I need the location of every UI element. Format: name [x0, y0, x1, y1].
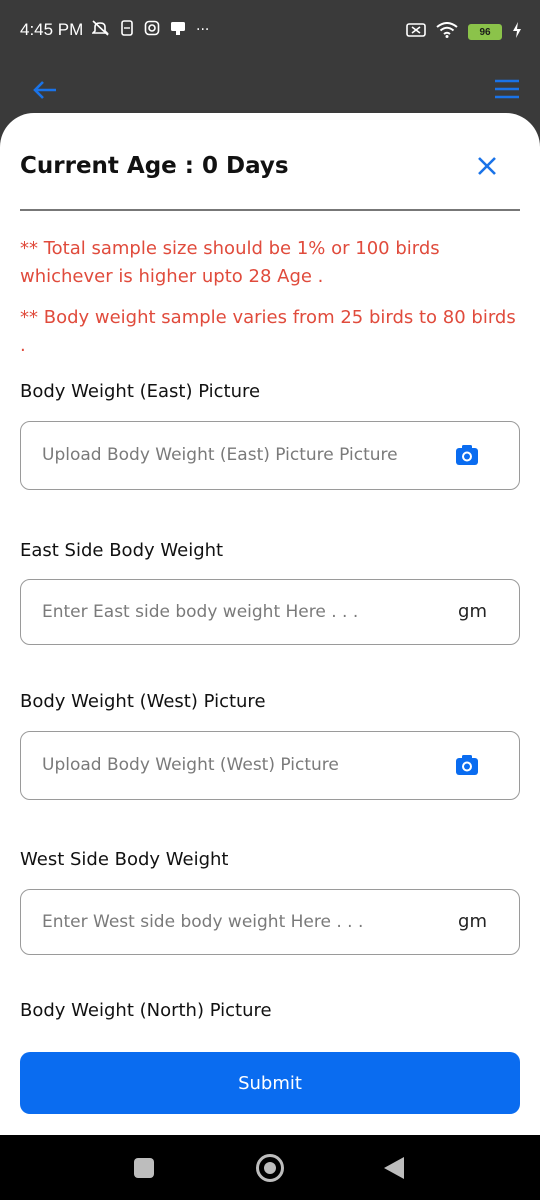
west-weight-unit: gm	[458, 911, 487, 932]
wifi-icon	[436, 22, 458, 42]
system-nav-bar	[0, 1135, 540, 1200]
recents-button[interactable]	[134, 1158, 154, 1178]
hamburger-menu-icon	[495, 79, 519, 99]
more-dots-icon: ···	[196, 22, 210, 38]
charging-icon	[512, 22, 522, 42]
sim-icon	[120, 20, 134, 40]
no-sim-icon	[406, 22, 426, 42]
west-picture-upload[interactable]: Upload Body Weight (West) Picture	[20, 731, 520, 800]
close-button[interactable]	[472, 151, 502, 181]
east-picture-upload[interactable]: Upload Body Weight (East) Picture Pictur…	[20, 421, 520, 490]
east-weight-unit: gm	[458, 601, 487, 622]
camera-icon[interactable]	[455, 444, 479, 466]
arrow-left-icon	[33, 81, 56, 99]
west-picture-label: Body Weight (West) Picture	[20, 691, 266, 712]
west-picture-placeholder: Upload Body Weight (West) Picture	[42, 755, 339, 775]
status-right-icons: 96	[406, 22, 522, 42]
status-left-icons: ···	[91, 20, 210, 40]
east-weight-placeholder: Enter East side body weight Here . . .	[42, 602, 359, 622]
camera-icon[interactable]	[455, 754, 479, 776]
north-picture-label: Body Weight (North) Picture	[20, 1000, 272, 1021]
west-weight-placeholder: Enter West side body weight Here . . .	[42, 912, 364, 932]
menu-button[interactable]	[494, 76, 520, 102]
instagram-icon	[144, 20, 160, 40]
status-time: 4:45 PM	[20, 20, 84, 39]
west-weight-label: West Side Body Weight	[20, 849, 229, 870]
battery-icon: 96	[468, 24, 502, 40]
east-picture-placeholder: Upload Body Weight (East) Picture Pictur…	[42, 445, 398, 465]
east-picture-label: Body Weight (East) Picture	[20, 381, 261, 402]
submit-button[interactable]: Submit	[20, 1052, 520, 1114]
system-back-button[interactable]	[384, 1157, 404, 1179]
close-icon	[478, 157, 496, 175]
status-bar: 4:45 PM ··· 96	[0, 0, 540, 62]
back-button[interactable]	[30, 74, 62, 106]
sample-size-note: ** Total sample size should be 1% or 100…	[20, 238, 440, 287]
east-weight-label: East Side Body Weight	[20, 540, 224, 561]
page-title: Current Age : 0 Days	[20, 153, 289, 179]
bottom-sheet: Current Age : 0 Days ** Total sample siz…	[0, 113, 540, 1135]
notification-icon	[170, 20, 186, 40]
east-weight-input[interactable]: Enter East side body weight Here . . . g…	[20, 579, 520, 645]
mute-icon	[91, 20, 110, 40]
body-weight-note: ** Body weight sample varies from 25 bir…	[20, 307, 516, 356]
home-button[interactable]	[256, 1154, 284, 1182]
west-weight-input[interactable]: Enter West side body weight Here . . . g…	[20, 889, 520, 955]
sheet-header: Current Age : 0 Days	[20, 151, 520, 211]
